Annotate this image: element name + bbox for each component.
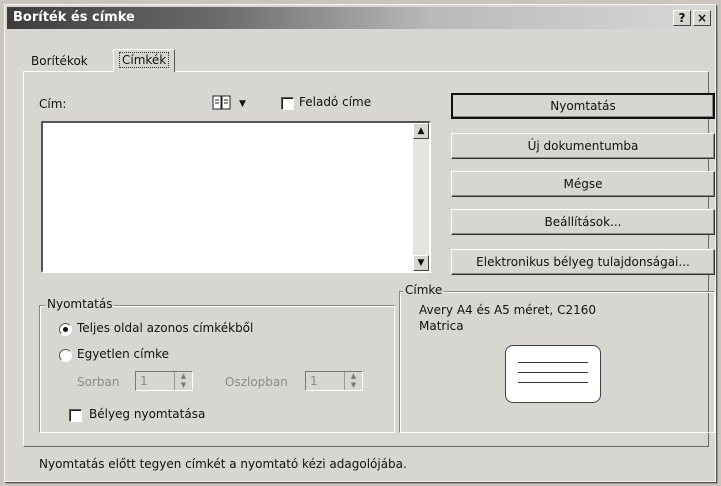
full-page-radio[interactable]	[59, 323, 72, 336]
help-button[interactable]: ?	[673, 10, 691, 26]
envelopes-and-labels-dialog: Boríték és címke ? × Borítékok Címkék Cí…	[4, 4, 716, 482]
cancel-button[interactable]: Mégse	[451, 171, 715, 197]
label-group-legend: Címke	[403, 283, 445, 297]
row-value: 1	[140, 374, 148, 388]
row-spinner[interactable]: 1 ▲ ▼	[135, 371, 193, 391]
print-button[interactable]: Nyomtatás	[451, 93, 715, 119]
status-hint: Nyomtatás előtt tegyen címkét a nyomtató…	[39, 457, 407, 471]
address-textarea[interactable]: ▲ ▼	[41, 121, 431, 273]
address-label: Cím:	[39, 97, 67, 111]
scroll-down-icon[interactable]: ▼	[413, 255, 429, 271]
spin-up-icon[interactable]: ▲	[345, 372, 362, 381]
postage-properties-button[interactable]: Elektronikus bélyeg tulajdonságai...	[451, 249, 715, 275]
tab-envelopes[interactable]: Borítékok	[25, 51, 94, 73]
column-spinner[interactable]: 1 ▲ ▼	[305, 371, 363, 391]
tab-labels-label: Címkék	[118, 52, 170, 68]
close-button[interactable]: ×	[693, 10, 711, 26]
label-preview-icon[interactable]	[505, 345, 601, 403]
spin-up-icon[interactable]: ▲	[175, 372, 192, 381]
single-label-label: Egyetlen címke	[77, 347, 170, 361]
postage-checkbox[interactable]	[69, 409, 82, 422]
full-page-label: Teljes oldal azonos címkékből	[77, 321, 254, 335]
scroll-up-icon[interactable]: ▲	[413, 123, 429, 139]
chevron-down-icon[interactable]: ▼	[239, 99, 246, 109]
postage-label: Bélyeg nyomtatása	[89, 407, 206, 421]
return-address-checkbox[interactable]	[281, 97, 294, 110]
tab-labels[interactable]: Címkék	[113, 49, 176, 72]
spin-down-icon[interactable]: ▼	[175, 381, 192, 390]
column-value: 1	[310, 374, 318, 388]
print-group-legend: Nyomtatás	[45, 297, 115, 311]
new-document-button[interactable]: Új dokumentumba	[451, 133, 715, 159]
label-line-2: Matrica	[419, 319, 464, 333]
title-bar: Boríték és címke ? ×	[7, 7, 713, 29]
column-label: Oszlopban	[225, 375, 288, 389]
tab-envelopes-label: Borítékok	[31, 54, 88, 68]
options-button[interactable]: Beállítások...	[451, 209, 715, 235]
spin-down-icon[interactable]: ▼	[345, 381, 362, 390]
label-line-1: Avery A4 és A5 méret, C2160	[419, 303, 596, 317]
return-address-label: Feladó címe	[299, 95, 372, 109]
address-scrollbar[interactable]: ▲ ▼	[413, 123, 429, 271]
window-title: Boríték és címke	[13, 10, 135, 25]
single-label-radio[interactable]	[59, 349, 72, 362]
address-book-icon[interactable]	[211, 93, 233, 113]
row-label: Sorban	[77, 375, 120, 389]
